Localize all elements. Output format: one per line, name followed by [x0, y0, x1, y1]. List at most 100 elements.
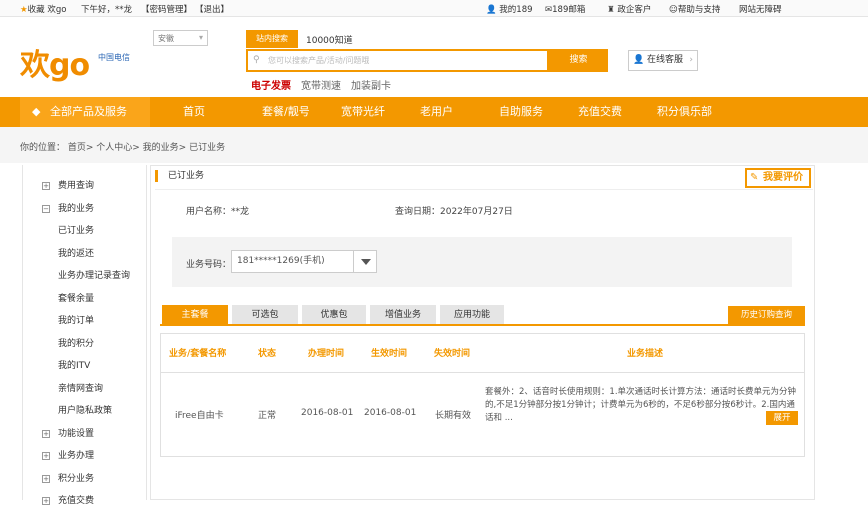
- customer-service-button[interactable]: 👤 在线客服 ›: [628, 50, 698, 71]
- chevron-down-icon: ▾: [198, 33, 203, 42]
- sidebar-item-label: 用户隐私政策: [58, 406, 113, 416]
- divider: [160, 372, 805, 373]
- sidebar-item[interactable]: + 业务办理: [42, 448, 94, 461]
- region-select[interactable]: 安徽 ▾: [153, 30, 208, 46]
- expand-icon: +: [42, 497, 50, 505]
- sidebar-item[interactable]: 我的返还: [42, 246, 94, 259]
- tab-value-added[interactable]: 增值业务: [370, 305, 436, 325]
- nav-self-service[interactable]: 自助服务: [499, 97, 543, 127]
- nav-old-users[interactable]: 老用户: [420, 97, 453, 127]
- expand-icon: +: [42, 429, 50, 438]
- number-label: 业务号码：: [186, 260, 232, 270]
- sidebar-item-label: 费用查询: [58, 181, 95, 191]
- expand-icon: +: [42, 452, 50, 460]
- search-button[interactable]: 搜索: [549, 49, 608, 72]
- cell-description: 套餐外：2、话音时长使用规则：1.单次通话时长计算方法：通话时长费单元为分钟的,…: [485, 387, 797, 423]
- col-header: 办理时间: [308, 349, 345, 359]
- barrier-free-link[interactable]: 网站无障碍: [739, 3, 782, 15]
- sidebar-item[interactable]: 套餐余量: [42, 291, 94, 304]
- nav-points-club[interactable]: 积分俱乐部: [657, 97, 712, 127]
- sidebar-item[interactable]: + 功能设置: [42, 426, 94, 439]
- user-name: 用户名称：**龙: [186, 207, 250, 217]
- cell-status: 正常: [258, 411, 277, 421]
- nav-broadband[interactable]: 宽带光纤: [341, 97, 385, 127]
- col-header: 业务描述: [627, 349, 664, 359]
- carrier-logo: 中国电信: [98, 53, 130, 62]
- expand-icon: +: [42, 474, 50, 483]
- mail-link[interactable]: ✉189邮箱: [545, 3, 585, 15]
- sidebar-item[interactable]: + 积分业务: [42, 471, 94, 484]
- sidebar-item-label: 功能设置: [58, 428, 95, 439]
- col-header: 失效时间: [434, 349, 471, 359]
- logout-link[interactable]: 【退出】: [195, 3, 229, 15]
- caret-icon: ›: [689, 55, 693, 65]
- building-icon: ♜: [607, 5, 615, 15]
- cell-effect-date: 2016-08-01: [364, 408, 417, 418]
- sidebar-item[interactable]: 已订业务: [42, 223, 94, 236]
- col-header: 生效时间: [371, 349, 408, 359]
- query-date: 查询日期：2022年07月27日: [395, 207, 513, 217]
- tab-underline: [160, 324, 805, 326]
- sidebar-item-label: 业务办理记录查询: [58, 271, 131, 281]
- nav-home[interactable]: 首页: [183, 97, 205, 127]
- hot-link-subcard[interactable]: 加装副卡: [351, 77, 391, 92]
- sidebar-item[interactable]: 用户隐私政策: [42, 403, 112, 416]
- divider: [155, 189, 813, 190]
- sidebar-item-label: 我的业务: [58, 203, 95, 214]
- tab-discount[interactable]: 优惠包: [302, 305, 366, 325]
- my189-link[interactable]: 👤 我的189: [486, 3, 533, 15]
- cell-handle-date: 2016-08-01: [301, 408, 354, 418]
- tab-main-plan[interactable]: 主套餐: [162, 305, 228, 325]
- cell-expire: 长期有效: [435, 411, 472, 421]
- sidebar-item[interactable]: 我的ITV: [42, 358, 90, 371]
- top-bar: ★收藏 欢go 下午好，**龙 【密码管理】 【退出】 👤 我的189 ✉189…: [0, 0, 868, 17]
- sidebar-item[interactable]: 业务办理记录查询: [42, 268, 130, 281]
- sidebar-item[interactable]: 亲情网查询: [42, 381, 103, 394]
- sidebar-item-label: 亲情网查询: [58, 383, 104, 394]
- site-logo[interactable]: 欢go: [20, 40, 90, 84]
- cell-name: iFree自由卡: [175, 411, 224, 421]
- expand-button[interactable]: 展开: [766, 411, 798, 425]
- dropdown-toggle[interactable]: [353, 250, 377, 273]
- user-icon: 👤: [633, 55, 645, 65]
- sidebar-item-label: 积分业务: [58, 473, 95, 484]
- sidebar-item-label: 我的积分: [58, 338, 95, 349]
- collapse-icon: −: [42, 204, 50, 213]
- section-title: 已订业务: [155, 170, 204, 182]
- sidebar-item-label: 业务办理: [58, 451, 95, 461]
- favorite-link[interactable]: ★收藏 欢go: [20, 3, 66, 15]
- nav-all-products[interactable]: ◆ 全部产品及服务: [20, 97, 150, 127]
- tab-10000-know[interactable]: 10000知道: [306, 33, 353, 46]
- rate-button[interactable]: ✎ 我要评价: [745, 168, 811, 188]
- hot-link-speedtest[interactable]: 宽带测速: [301, 77, 341, 92]
- expand-icon: +: [42, 182, 50, 190]
- help-icon: ☺: [669, 5, 678, 15]
- col-header: 状态: [258, 349, 277, 359]
- triangle-down-icon: [361, 259, 371, 265]
- sidebar-item[interactable]: − 我的业务: [42, 201, 94, 214]
- sidebar-item-label: 充值交费: [58, 496, 95, 506]
- diamond-icon: ◆: [32, 105, 41, 118]
- gov-link[interactable]: ♜ 政企客户: [607, 3, 651, 15]
- sidebar-item-label: 我的ITV: [58, 361, 91, 371]
- tab-optional[interactable]: 可选包: [232, 305, 298, 325]
- sidebar-item-label: 我的订单: [58, 316, 95, 326]
- search-icon: ⚲: [253, 55, 260, 65]
- user-icon: 👤: [486, 5, 497, 15]
- help-link[interactable]: ☺帮助与支持: [669, 3, 720, 15]
- hot-link-invoice[interactable]: 电子发票: [251, 77, 291, 92]
- sidebar-item-label: 套餐余量: [58, 293, 95, 304]
- nav-plans[interactable]: 套餐/靓号: [262, 97, 310, 127]
- star-icon: ★: [20, 5, 28, 15]
- breadcrumb: 你的位置： 首页> 个人中心> 我的业务> 已订业务: [20, 143, 226, 153]
- history-orders-button[interactable]: 历史订购查询: [728, 306, 805, 325]
- password-link[interactable]: 【密码管理】: [141, 3, 192, 15]
- sidebar-item[interactable]: 我的订单: [42, 313, 94, 326]
- sidebar-item[interactable]: 我的积分: [42, 336, 94, 349]
- tab-site-search[interactable]: 站内搜索: [246, 30, 298, 48]
- tab-app-functions[interactable]: 应用功能: [440, 305, 504, 325]
- sidebar-item-label: 已订业务: [58, 226, 95, 236]
- greeting: 下午好，**龙: [81, 5, 133, 15]
- nav-recharge[interactable]: 充值交费: [578, 97, 622, 127]
- sidebar-item[interactable]: + 费用查询: [42, 178, 94, 191]
